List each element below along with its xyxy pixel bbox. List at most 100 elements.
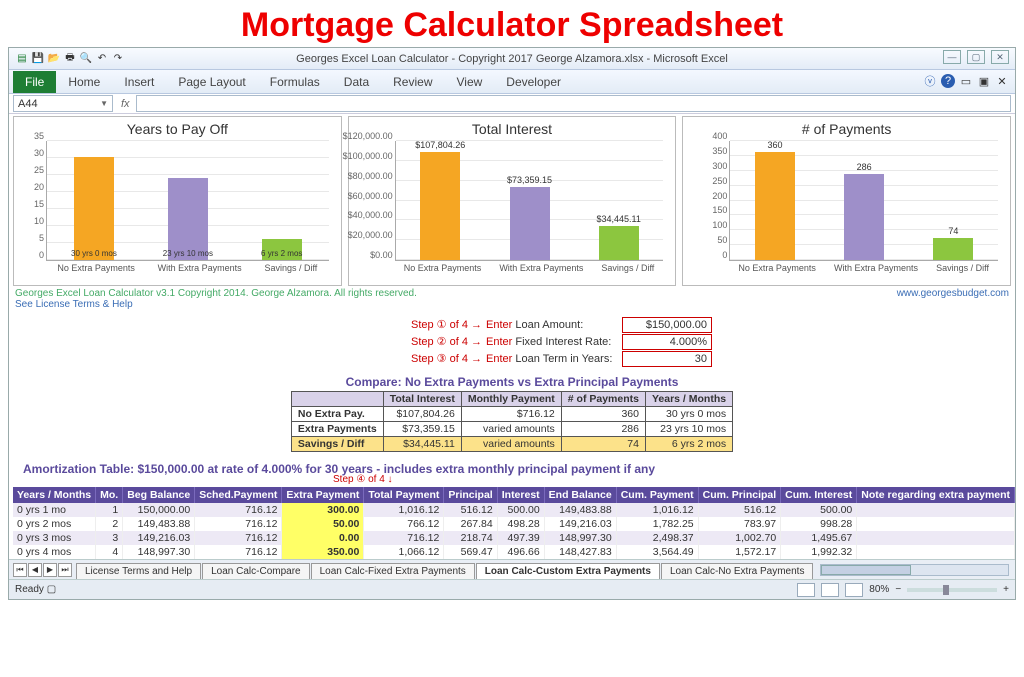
window-restore-icon[interactable]: ▣ bbox=[977, 74, 991, 88]
tab-formulas[interactable]: Formulas bbox=[258, 71, 332, 93]
tab-page-layout[interactable]: Page Layout bbox=[166, 71, 257, 93]
amort-cell[interactable]: 50.00 bbox=[282, 517, 364, 531]
bar-label: $34,445.11 bbox=[597, 214, 641, 224]
y-tick: 20 bbox=[34, 182, 47, 192]
sheet-tab[interactable]: Loan Calc-Custom Extra Payments bbox=[476, 563, 660, 579]
macro-record-icon[interactable]: ▢ bbox=[47, 584, 56, 595]
status-ready: Ready bbox=[15, 584, 44, 595]
preview-icon[interactable]: 🔍 bbox=[79, 52, 93, 66]
view-page-break-icon[interactable] bbox=[845, 583, 863, 597]
license-link[interactable]: See License Terms & Help bbox=[15, 299, 133, 310]
y-tick: $120,000.00 bbox=[343, 131, 396, 141]
amort-cell: 0 yrs 1 mo bbox=[13, 503, 96, 517]
y-tick: 0 bbox=[39, 250, 47, 260]
tab-data[interactable]: Data bbox=[332, 71, 381, 93]
compare-header: # of Payments bbox=[561, 392, 645, 407]
close-button[interactable]: ✕ bbox=[991, 50, 1009, 64]
zoom-slider-thumb[interactable] bbox=[943, 585, 949, 595]
x-category: No Extra Payments bbox=[57, 263, 135, 273]
redo-icon[interactable]: ↷ bbox=[111, 52, 125, 66]
tab-nav-first-icon[interactable]: ⏮ bbox=[13, 563, 27, 577]
zoom-out-icon[interactable]: − bbox=[895, 584, 901, 595]
horizontal-scrollbar[interactable] bbox=[820, 564, 1009, 576]
amort-cell: 149,483.88 bbox=[544, 503, 616, 517]
tab-nav-next-icon[interactable]: ▶ bbox=[43, 563, 57, 577]
y-tick: 200 bbox=[712, 191, 730, 201]
x-category: Savings / Diff bbox=[264, 263, 317, 273]
bar-label: $107,804.26 bbox=[415, 140, 465, 150]
zoom-level[interactable]: 80% bbox=[869, 584, 889, 595]
tab-view[interactable]: View bbox=[445, 71, 495, 93]
interest-rate-input[interactable]: 4.000% bbox=[622, 334, 712, 350]
tab-developer[interactable]: Developer bbox=[494, 71, 573, 93]
amort-cell[interactable]: 350.00 bbox=[282, 545, 364, 559]
fx-icon[interactable]: fx bbox=[121, 98, 130, 110]
sheet-tab[interactable]: Loan Calc-No Extra Payments bbox=[661, 563, 814, 579]
save-icon[interactable]: 💾 bbox=[31, 52, 45, 66]
titlebar: ▤ 💾 📂 🖶 🔍 ↶ ↷ Georges Excel Loan Calcula… bbox=[9, 48, 1015, 70]
minimize-ribbon-icon[interactable]: ⓥ bbox=[923, 74, 937, 88]
amort-cell: 1,066.12 bbox=[364, 545, 444, 559]
sheet-tab[interactable]: Loan Calc-Compare bbox=[202, 563, 310, 579]
compare-cell: 30 yrs 0 mos bbox=[645, 407, 732, 422]
formula-input[interactable] bbox=[136, 95, 1011, 112]
amort-cell: 716.12 bbox=[195, 545, 282, 559]
amort-cell[interactable]: 0.00 bbox=[282, 531, 364, 545]
window-close-icon[interactable]: ✕ bbox=[995, 74, 1009, 88]
name-box[interactable]: A44 ▼ bbox=[13, 95, 113, 112]
quick-access-toolbar: ▤ 💾 📂 🖶 🔍 ↶ ↷ bbox=[15, 52, 125, 66]
window-min-icon[interactable]: ▭ bbox=[959, 74, 973, 88]
y-tick: $40,000.00 bbox=[348, 210, 396, 220]
scrollbar-thumb[interactable] bbox=[821, 565, 911, 575]
compare-cell: 23 yrs 10 mos bbox=[645, 422, 732, 437]
sheet-tab[interactable]: License Terms and Help bbox=[76, 563, 201, 579]
amort-cell: 218.74 bbox=[444, 531, 497, 545]
bar: 23 yrs 10 mos bbox=[168, 178, 208, 260]
amort-cell: 149,483.88 bbox=[123, 517, 195, 531]
y-tick: $100,000.00 bbox=[343, 151, 396, 161]
x-category: No Extra Payments bbox=[738, 263, 816, 273]
chart-title: Total Interest bbox=[355, 121, 670, 137]
website-link[interactable]: www.georgesbudget.com bbox=[897, 288, 1009, 310]
x-category: Savings / Diff bbox=[936, 263, 989, 273]
amort-cell: 497.39 bbox=[497, 531, 544, 545]
window-title: Georges Excel Loan Calculator - Copyrigh… bbox=[296, 53, 728, 65]
chart-2: # of Payments050100150200250300350400360… bbox=[682, 116, 1011, 286]
compare-cell: $107,804.26 bbox=[383, 407, 461, 422]
bar-label: 23 yrs 10 mos bbox=[163, 249, 213, 258]
tab-file[interactable]: File bbox=[13, 71, 56, 93]
view-page-layout-icon[interactable] bbox=[821, 583, 839, 597]
compare-header bbox=[291, 392, 383, 407]
x-category: With Extra Payments bbox=[158, 263, 242, 273]
loan-term-input[interactable]: 30 bbox=[622, 351, 712, 367]
tab-home[interactable]: Home bbox=[56, 71, 112, 93]
amort-header: Principal bbox=[444, 487, 497, 503]
table-row: 0 yrs 4 mos4148,997.30716.12350.001,066.… bbox=[13, 545, 1015, 559]
undo-icon[interactable]: ↶ bbox=[95, 52, 109, 66]
maximize-button[interactable]: ▢ bbox=[967, 50, 985, 64]
y-tick: 0 bbox=[722, 250, 730, 260]
amort-cell: 1,002.70 bbox=[698, 531, 781, 545]
minimize-button[interactable]: — bbox=[943, 50, 961, 64]
print-icon[interactable]: 🖶 bbox=[63, 52, 77, 66]
amort-header: Interest bbox=[497, 487, 544, 503]
amort-cell: 0 yrs 3 mos bbox=[13, 531, 96, 545]
name-box-dropdown-icon[interactable]: ▼ bbox=[100, 99, 108, 108]
zoom-slider[interactable] bbox=[907, 588, 997, 592]
ribbon: File Home Insert Page Layout Formulas Da… bbox=[9, 70, 1015, 94]
loan-amount-input[interactable]: $150,000.00 bbox=[622, 317, 712, 333]
tab-insert[interactable]: Insert bbox=[112, 71, 166, 93]
amort-cell[interactable]: 300.00 bbox=[282, 503, 364, 517]
tab-nav-prev-icon[interactable]: ◀ bbox=[28, 563, 42, 577]
tab-review[interactable]: Review bbox=[381, 71, 444, 93]
compare-cell: 74 bbox=[561, 437, 645, 452]
zoom-in-icon[interactable]: + bbox=[1003, 584, 1009, 595]
open-icon[interactable]: 📂 bbox=[47, 52, 61, 66]
tab-nav-last-icon[interactable]: ⏭ bbox=[58, 563, 72, 577]
sheet-tab[interactable]: Loan Calc-Fixed Extra Payments bbox=[311, 563, 475, 579]
compare-cell: varied amounts bbox=[461, 437, 561, 452]
formula-bar: A44 ▼ fx bbox=[9, 94, 1015, 114]
y-tick: 10 bbox=[34, 216, 47, 226]
view-normal-icon[interactable] bbox=[797, 583, 815, 597]
help-icon[interactable]: ? bbox=[941, 74, 955, 88]
